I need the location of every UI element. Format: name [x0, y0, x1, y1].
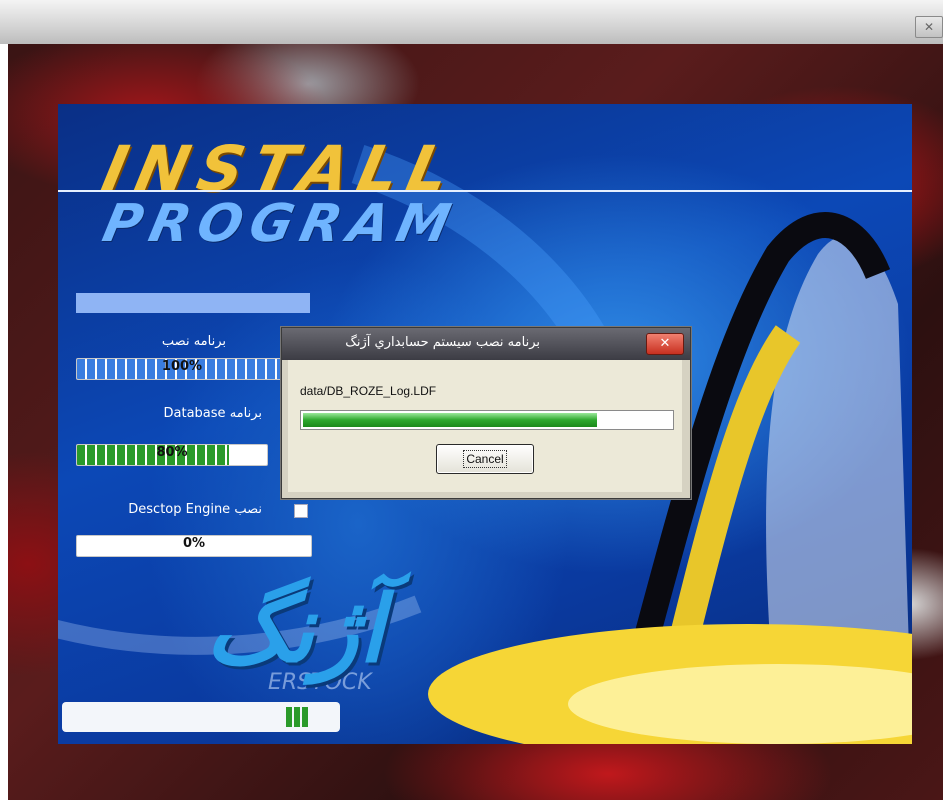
item-label-database: Database برنامه: [163, 406, 262, 421]
window-close-button[interactable]: ✕: [915, 16, 943, 38]
heading-program: PROGRAM: [97, 194, 464, 254]
progress-bar-program: 100%: [76, 358, 288, 380]
overall-progress-bar: [76, 293, 310, 313]
cancel-button[interactable]: Cancel: [436, 444, 534, 474]
dialog-title-bar: برنامه نصب سيستم حسابداري آژنگ ✕: [282, 328, 690, 360]
dialog-progress-fill: [303, 413, 597, 427]
cancel-button-label: Cancel: [463, 450, 507, 468]
dialog-title: برنامه نصب سيستم حسابداري آژنگ: [345, 335, 540, 350]
dialog-progress-bar: [300, 410, 674, 430]
progress-bar-database: 80%: [76, 444, 268, 466]
progress-text-database: 80%: [156, 445, 188, 460]
item-label-engine: Desctop Engine نصب: [128, 502, 262, 517]
window-left-edge: [0, 44, 8, 800]
window-title-bar: ✕: [0, 0, 943, 45]
engine-checkbox[interactable]: [294, 504, 308, 518]
install-dialog: برنامه نصب سيستم حسابداري آژنگ ✕ data/DB…: [281, 327, 691, 499]
item-label-program: برنامه نصب: [161, 334, 226, 349]
progress-text-program: 100%: [161, 359, 203, 374]
bottom-progress-fill: [286, 707, 310, 727]
progress-bar-engine: 0%: [76, 535, 312, 557]
brand-logo: آژنگ: [206, 576, 384, 683]
current-file-label: data/DB_ROZE_Log.LDF: [300, 384, 437, 398]
heading-divider: [58, 190, 912, 192]
progress-text-engine: 0%: [182, 536, 206, 551]
dialog-close-button[interactable]: ✕: [646, 333, 684, 355]
dialog-body: data/DB_ROZE_Log.LDF Cancel: [288, 360, 682, 492]
